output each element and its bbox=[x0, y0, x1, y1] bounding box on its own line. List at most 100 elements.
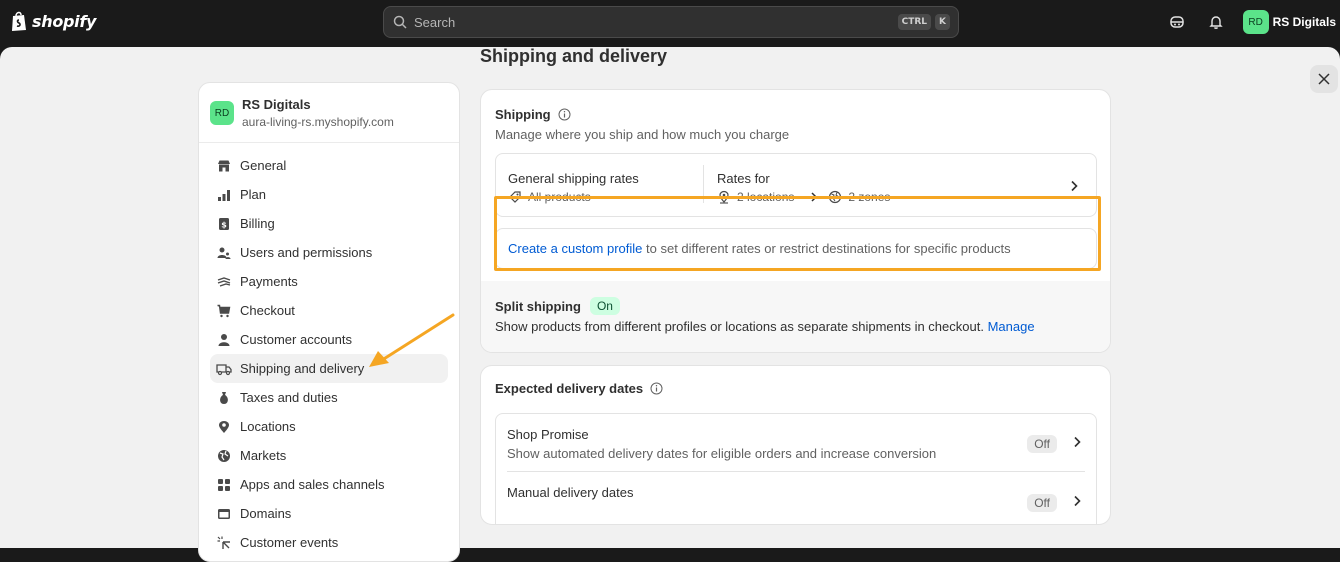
payments-icon bbox=[216, 274, 232, 290]
locations-count: 2 locations bbox=[737, 190, 795, 204]
divider bbox=[199, 142, 459, 143]
status-badge: Off bbox=[1027, 435, 1057, 453]
shipping-card: Shipping Manage where you ship and how m… bbox=[480, 89, 1111, 353]
chevron-right-icon bbox=[1074, 436, 1081, 448]
person-icon bbox=[216, 332, 232, 348]
arrow-right-icon bbox=[805, 192, 818, 202]
globe-icon bbox=[216, 448, 232, 464]
split-shipping-description: Show products from different profiles or… bbox=[495, 319, 984, 334]
notifications-button[interactable] bbox=[1204, 10, 1228, 34]
row-title: Manual delivery dates bbox=[507, 485, 634, 500]
location-icon bbox=[216, 419, 232, 435]
sidebar-item-locations[interactable]: Locations bbox=[210, 412, 448, 441]
top-bar: shopify Search CTRL K RD RS Digitals bbox=[0, 0, 1340, 44]
split-shipping-section: Split shipping On Show products from dif… bbox=[481, 281, 1110, 352]
bell-icon bbox=[1208, 16, 1223, 29]
sidebar-item-apps[interactable]: Apps and sales channels bbox=[210, 470, 448, 499]
rates-products: All products bbox=[528, 190, 591, 204]
sidebar-item-payments[interactable]: Payments bbox=[210, 267, 448, 296]
shop-promise-row[interactable]: Shop Promise Show automated delivery dat… bbox=[507, 427, 1085, 461]
delivery-dates-card: Expected delivery dates Shop Promise Sho… bbox=[480, 365, 1111, 525]
sidebar-item-domains[interactable]: Domains bbox=[210, 499, 448, 528]
sidebar-item-general[interactable]: General bbox=[210, 151, 448, 180]
user-avatar[interactable]: RD bbox=[1242, 10, 1269, 34]
page-title: Shipping and delivery bbox=[480, 46, 668, 66]
svg-text:$: $ bbox=[221, 220, 227, 229]
shopify-logo[interactable]: shopify bbox=[10, 10, 96, 32]
sidebar-item-billing[interactable]: $ Billing bbox=[210, 209, 448, 238]
shipping-section-title: Shipping bbox=[495, 107, 571, 122]
store-name: RS Digitals bbox=[242, 97, 311, 112]
billing-icon: $ bbox=[216, 216, 232, 232]
manage-link[interactable]: Manage bbox=[988, 319, 1035, 334]
zones-count: 2 zones bbox=[848, 190, 891, 204]
info-icon[interactable] bbox=[650, 382, 663, 395]
search-icon bbox=[393, 15, 407, 29]
sidekick-button[interactable] bbox=[1165, 10, 1189, 34]
close-button[interactable] bbox=[1310, 65, 1338, 93]
shopify-bag-icon bbox=[12, 11, 26, 31]
taxes-icon bbox=[216, 390, 232, 406]
status-badge: On bbox=[589, 297, 620, 315]
search-placeholder: Search bbox=[414, 14, 456, 30]
split-shipping-title: Split shipping bbox=[495, 298, 581, 314]
sidebar-item-label: Locations bbox=[240, 419, 296, 434]
manual-delivery-row[interactable]: Manual delivery dates Off bbox=[507, 485, 1085, 512]
sidebar-item-label: Checkout bbox=[240, 303, 295, 318]
sidebar-item-label: Plan bbox=[240, 187, 267, 202]
sidebar-item-label: Markets bbox=[240, 448, 287, 463]
row-title: Shop Promise bbox=[507, 427, 589, 442]
domains-icon bbox=[216, 506, 232, 522]
settings-nav: General Plan $ Billing Users and permiss… bbox=[210, 151, 448, 557]
shortcut-k: K bbox=[935, 14, 950, 30]
tag-icon bbox=[509, 191, 521, 203]
info-icon[interactable] bbox=[558, 108, 571, 121]
close-icon bbox=[1318, 73, 1330, 85]
location-icon bbox=[719, 190, 729, 204]
sidebar-item-taxes[interactable]: Taxes and duties bbox=[210, 383, 448, 412]
general-shipping-rates-row[interactable]: General shipping rates All products Rate… bbox=[495, 153, 1097, 217]
search-bar[interactable]: Search CTRL K bbox=[383, 6, 959, 38]
sidekick-icon bbox=[1169, 16, 1184, 28]
top-store-name[interactable]: RS Digitals bbox=[1273, 15, 1336, 29]
delivery-title: Expected delivery dates bbox=[495, 381, 644, 396]
row-subtitle: Show automated delivery dates for eligib… bbox=[507, 446, 937, 461]
sidebar-item-label: Domains bbox=[240, 506, 292, 521]
sidebar-item-label: Shipping and delivery bbox=[240, 361, 365, 376]
settings-sidebar: RD RS Digitals aura-living-rs.myshopify.… bbox=[198, 82, 460, 562]
sidebar-item-label: Payments bbox=[240, 274, 298, 289]
delivery-options-list: Shop Promise Show automated delivery dat… bbox=[495, 413, 1097, 524]
divider bbox=[507, 471, 1085, 472]
events-icon bbox=[216, 535, 232, 551]
store-avatar: RD bbox=[210, 101, 234, 125]
sidebar-item-customer-events[interactable]: Customer events bbox=[210, 528, 448, 557]
sidebar-item-checkout[interactable]: Checkout bbox=[210, 296, 448, 325]
sidebar-item-shipping[interactable]: Shipping and delivery bbox=[210, 354, 448, 383]
split-shipping-text-row: Show products from different profiles or… bbox=[495, 319, 1035, 334]
sidebar-item-plan[interactable]: Plan bbox=[210, 180, 448, 209]
custom-profile-box: Create a custom profile to set different… bbox=[495, 228, 1097, 269]
rates-title: General shipping rates bbox=[508, 171, 639, 186]
status-badge: Off bbox=[1027, 494, 1057, 512]
sidebar-item-label: Apps and sales channels bbox=[240, 477, 385, 492]
sidebar-item-label: General bbox=[240, 158, 287, 173]
users-icon bbox=[216, 245, 232, 261]
logo-text: shopify bbox=[32, 11, 97, 31]
apps-icon bbox=[216, 477, 232, 493]
custom-profile-text: to set different rates or restrict desti… bbox=[642, 241, 1011, 256]
shipping-title: Shipping bbox=[495, 107, 551, 122]
plan-icon bbox=[216, 187, 232, 203]
store-domain: aura-living-rs.myshopify.com bbox=[242, 115, 394, 129]
sidebar-item-label: Billing bbox=[240, 216, 275, 231]
store-header[interactable]: RD RS Digitals aura-living-rs.myshopify.… bbox=[210, 97, 394, 131]
sidebar-item-users[interactable]: Users and permissions bbox=[210, 238, 448, 267]
sidebar-item-markets[interactable]: Markets bbox=[210, 441, 448, 470]
truck-icon bbox=[216, 361, 232, 377]
shipping-subtitle: Manage where you ship and how much you c… bbox=[495, 127, 790, 142]
divider bbox=[703, 165, 704, 203]
sidebar-item-customer-accounts[interactable]: Customer accounts bbox=[210, 325, 448, 354]
chevron-right-icon bbox=[1074, 495, 1081, 507]
chevron-right-icon bbox=[1071, 180, 1078, 192]
create-custom-profile-link[interactable]: Create a custom profile bbox=[508, 241, 642, 256]
store-icon bbox=[216, 158, 232, 174]
